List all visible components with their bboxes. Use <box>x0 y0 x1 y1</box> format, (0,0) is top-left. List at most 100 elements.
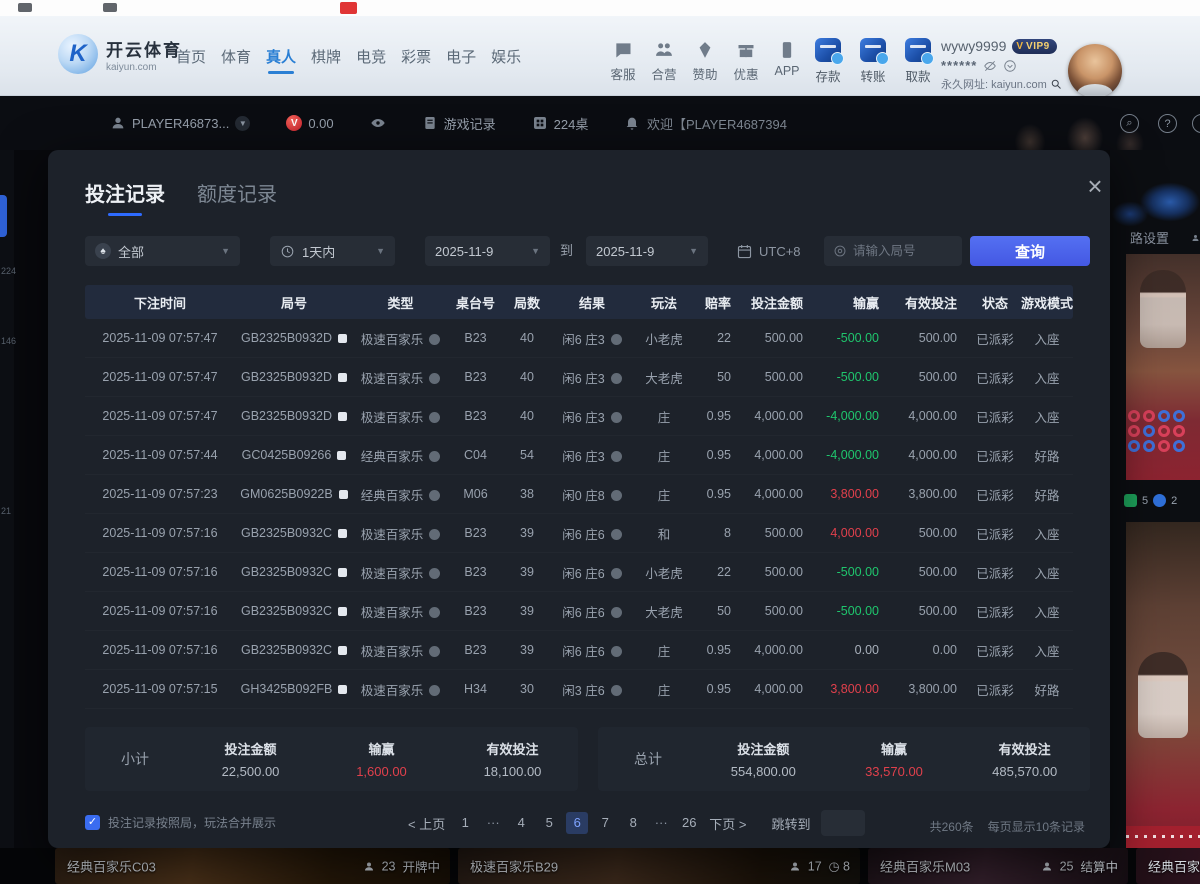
live-table-thumbnail[interactable]: 经典百家乐C03 23 开牌中 <box>55 848 450 884</box>
page-number[interactable]: 7 <box>594 812 616 834</box>
app-button[interactable]: APP <box>772 40 802 83</box>
notifications-button[interactable] <box>624 115 640 131</box>
table-status: 开牌中 <box>402 857 440 876</box>
customer-service-button[interactable]: 客服 <box>608 40 638 83</box>
game-category-select[interactable]: ♠ 全部 ▼ <box>85 236 240 266</box>
nav-item[interactable]: 真人 <box>266 46 296 74</box>
toggle-balance-visibility[interactable] <box>370 115 386 131</box>
timezone-display[interactable]: UTC+8 <box>736 236 801 266</box>
checkbox-checked[interactable]: ✓ <box>85 815 100 830</box>
result-info-icon[interactable] <box>611 607 622 618</box>
column-header: 桌台号 <box>448 293 503 312</box>
deposit-button[interactable]: 存款 <box>812 38 844 85</box>
round-search-box[interactable] <box>824 236 962 266</box>
page-number[interactable]: 4 <box>510 812 532 834</box>
close-icon[interactable]: × <box>1081 172 1109 200</box>
round-search-input[interactable] <box>853 244 953 258</box>
nav-item[interactable]: 体育 <box>221 46 251 74</box>
info-icon[interactable] <box>429 646 440 657</box>
eye-off-icon[interactable] <box>983 59 997 73</box>
nav-item[interactable]: 棋牌 <box>311 46 341 74</box>
cell-round-id: GB2325B0932D <box>235 331 353 345</box>
result-info-icon[interactable] <box>611 685 622 696</box>
balance-display[interactable]: V 0.00 <box>286 115 333 131</box>
page-number[interactable]: 8 <box>622 812 644 834</box>
copy-icon[interactable] <box>338 568 347 577</box>
jump-page-input[interactable] <box>821 810 865 836</box>
result-info-icon[interactable] <box>611 373 622 384</box>
modal-tab[interactable]: 额度记录 <box>197 178 277 216</box>
info-icon[interactable] <box>429 685 440 696</box>
copy-icon[interactable] <box>338 412 347 421</box>
copy-icon[interactable] <box>338 646 347 655</box>
next-page-button[interactable]: 下页 > <box>709 814 746 833</box>
copy-icon[interactable] <box>338 334 347 343</box>
live-table-thumbnail[interactable]: 极速百家乐B29 17 ◷ 8 <box>458 848 860 884</box>
page-number[interactable]: 1 <box>454 812 476 834</box>
nav-item[interactable]: 电子 <box>446 46 476 74</box>
copy-icon[interactable] <box>339 490 348 499</box>
info-icon[interactable] <box>429 568 440 579</box>
live-table-thumbnail[interactable]: 经典百家乐M08 <box>1136 848 1200 884</box>
nav-item[interactable]: 首页 <box>176 46 206 74</box>
road-settings-label[interactable]: 路设置 <box>1130 228 1169 247</box>
cell-bet-time: 2025-11-09 07:57:16 <box>85 526 235 540</box>
vip-badge[interactable]: V VIP9 <box>1012 39 1056 54</box>
nav-item[interactable]: 彩票 <box>401 46 431 74</box>
result-info-icon[interactable] <box>611 412 622 423</box>
copy-icon[interactable] <box>338 607 347 616</box>
brand-logo[interactable]: K 开云体育 kaiyun.com <box>58 34 182 74</box>
date-to-select[interactable]: 2025-11-9 ▼ <box>586 236 708 266</box>
result-info-icon[interactable] <box>611 529 622 540</box>
more-circle-icon[interactable] <box>1192 114 1200 133</box>
page-number[interactable]: 6 <box>566 812 588 834</box>
result-info-icon[interactable] <box>611 568 622 579</box>
date-from-select[interactable]: 2025-11-9 ▼ <box>425 236 550 266</box>
nav-item[interactable]: 娱乐 <box>491 46 521 74</box>
info-icon[interactable] <box>429 490 440 501</box>
result-info-icon[interactable] <box>611 334 622 345</box>
info-icon[interactable] <box>429 334 440 345</box>
result-info-icon[interactable] <box>611 490 622 501</box>
players-icon <box>363 860 375 872</box>
modal-tab[interactable]: 投注记录 <box>85 178 165 216</box>
table-name: 极速百家乐B29 <box>470 857 558 876</box>
info-icon[interactable] <box>429 451 440 462</box>
prev-page-button[interactable]: < 上页 <box>408 814 445 833</box>
promo-button[interactable]: 优惠 <box>731 40 761 83</box>
tables-count-button[interactable]: 224桌 <box>532 114 589 133</box>
chevron-down-icon[interactable]: ▼ <box>235 116 250 131</box>
withdraw-button[interactable]: 取款 <box>902 38 934 85</box>
result-info-icon[interactable] <box>611 451 622 462</box>
player-dropdown[interactable]: PLAYER46873... ▼ <box>110 115 250 131</box>
page-number[interactable]: ··· <box>482 812 504 834</box>
copy-icon[interactable] <box>338 373 347 382</box>
page-number[interactable]: 5 <box>538 812 560 834</box>
page-number[interactable]: 26 <box>678 812 700 834</box>
copy-icon[interactable] <box>337 451 346 460</box>
game-record-button[interactable]: 游戏记录 <box>422 114 496 133</box>
user-avatar[interactable] <box>1068 44 1122 98</box>
chevron-circle-icon[interactable] <box>1003 59 1017 73</box>
sponsor-button[interactable]: 赞助 <box>690 40 720 83</box>
dealer-video-1[interactable] <box>1126 254 1200 480</box>
query-button[interactable]: 查询 <box>970 236 1090 266</box>
magnifier-icon[interactable] <box>1050 78 1062 90</box>
copy-icon[interactable] <box>338 685 347 694</box>
info-icon[interactable] <box>429 529 440 540</box>
partner-button[interactable]: 合营 <box>649 40 679 83</box>
result-info-icon[interactable] <box>611 646 622 657</box>
search-circle-icon[interactable]: ⌕ <box>1120 114 1139 133</box>
info-icon[interactable] <box>429 412 440 423</box>
live-table-thumbnail[interactable]: 经典百家乐M03 25 结算中 <box>868 848 1128 884</box>
time-range-select[interactable]: 1天内 ▼ <box>270 236 395 266</box>
help-circle-icon[interactable]: ? <box>1158 114 1177 133</box>
copy-icon[interactable] <box>338 529 347 538</box>
info-icon[interactable] <box>429 607 440 618</box>
sidebar-blue-tab[interactable] <box>0 195 7 237</box>
nav-item[interactable]: 电竞 <box>356 46 386 74</box>
transfer-button[interactable]: 转账 <box>857 38 889 85</box>
dealer-video-2[interactable] <box>1126 522 1200 848</box>
page-number[interactable]: ··· <box>650 812 672 834</box>
info-icon[interactable] <box>429 373 440 384</box>
